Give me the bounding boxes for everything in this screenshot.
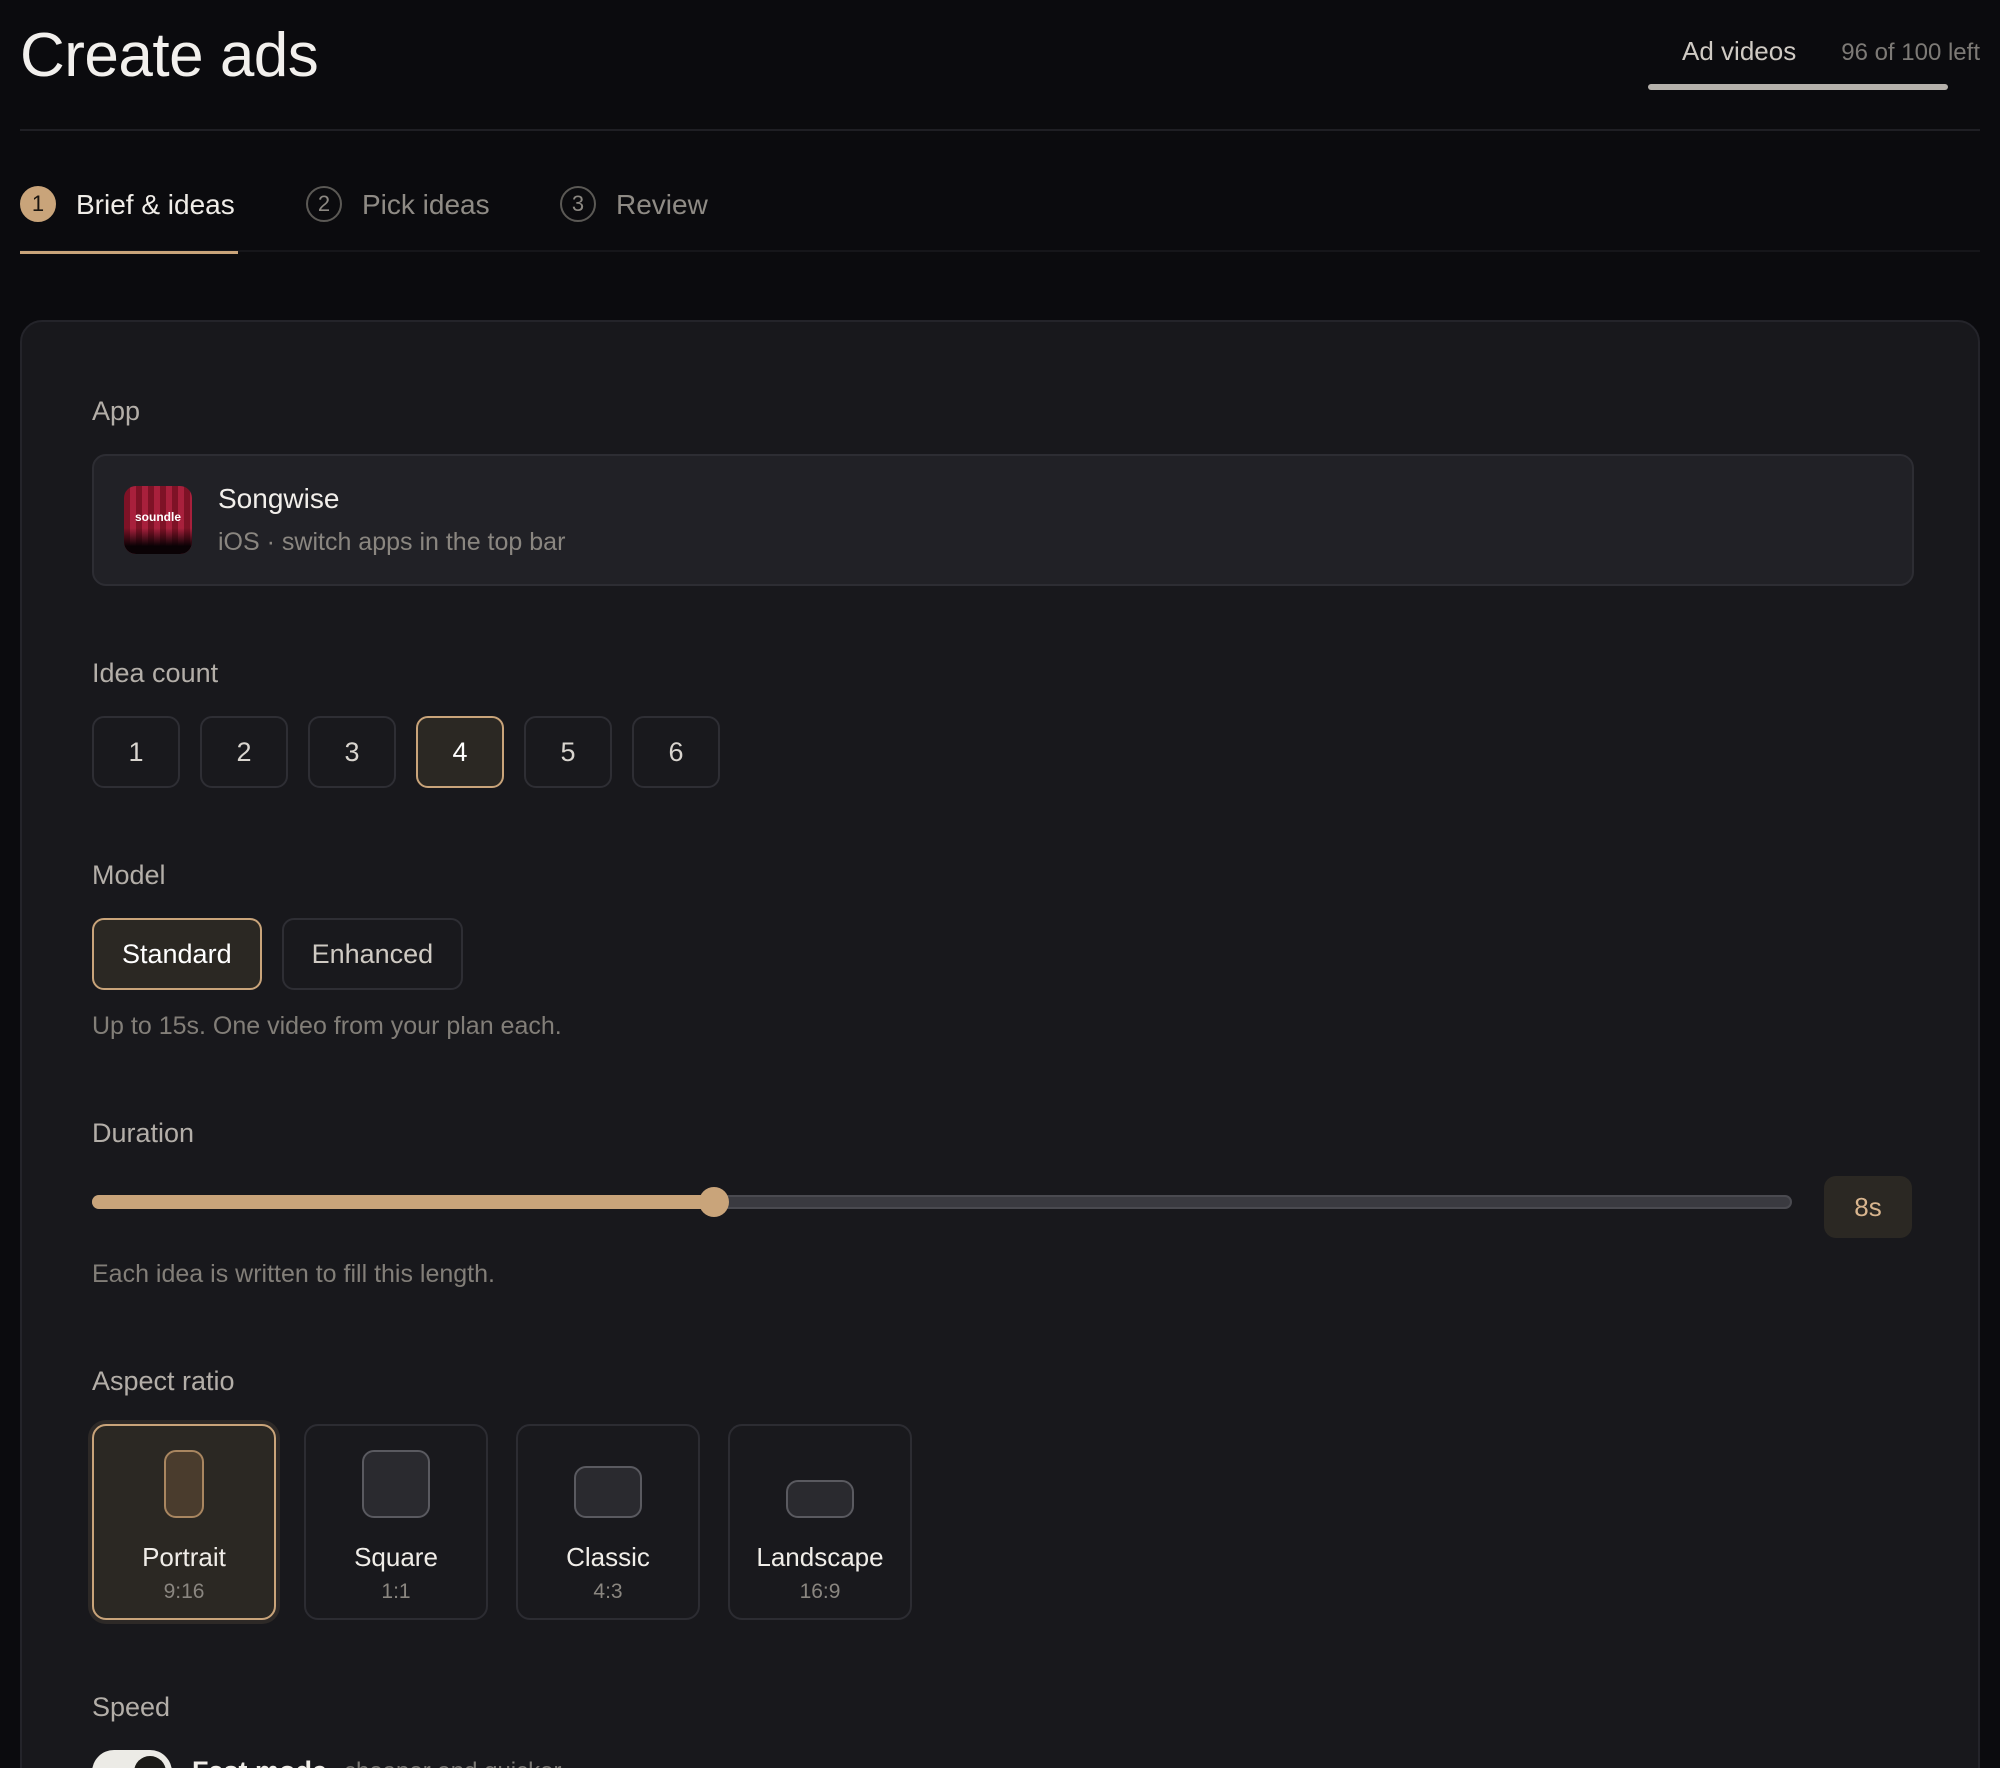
app-icon: soundle: [124, 486, 192, 554]
duration-slider-fill: [92, 1195, 715, 1209]
model-enhanced-button[interactable]: Enhanced: [281, 918, 464, 990]
usage-progress-bar: [1648, 84, 1948, 90]
step-pick-ideas[interactable]: 2 Pick ideas: [306, 180, 490, 252]
toggle-knob: [134, 1756, 166, 1768]
app-icon-wordmark: soundle: [134, 510, 181, 524]
idea-count-option-4[interactable]: 4: [416, 716, 504, 788]
model-options: Standard Enhanced: [92, 918, 483, 990]
create-ads-page: Create ads Ad videos 96 of 100 left 1 Br…: [0, 0, 2000, 1768]
aspect-ratio-value: 9:16: [163, 1580, 205, 1603]
step-label: Review: [616, 189, 708, 220]
duration-slider[interactable]: [92, 1187, 1792, 1217]
step-label: Brief & ideas: [76, 189, 235, 220]
fast-mode-subtitle: cheaper and quicker: [344, 1758, 561, 1768]
fast-mode-toggle[interactable]: [92, 1750, 172, 1768]
aspect-ratio-label: Aspect ratio: [92, 1366, 235, 1396]
app-subtitle: iOS · switch apps in the top bar: [218, 528, 566, 556]
idea-count-option-1[interactable]: 1: [92, 716, 180, 788]
portrait-shape-icon: [164, 1450, 204, 1518]
aspect-ratio-value: 1:1: [381, 1580, 411, 1603]
aspect-classic-option[interactable]: Classic 4:3: [516, 1424, 700, 1620]
landscape-shape-icon: [786, 1480, 854, 1518]
idea-count-label: Idea count: [92, 658, 219, 688]
step-label: Pick ideas: [362, 189, 490, 220]
usage-meter: Ad videos 96 of 100 left: [1682, 36, 1980, 67]
idea-count-option-3[interactable]: 3: [308, 716, 396, 788]
aspect-portrait-option[interactable]: Portrait 9:16: [92, 1424, 276, 1620]
aspect-name: Portrait: [142, 1542, 226, 1572]
idea-count-option-2[interactable]: 2: [200, 716, 288, 788]
model-label: Model: [92, 860, 166, 890]
idea-count-option-6[interactable]: 6: [632, 716, 720, 788]
speed-label: Speed: [92, 1692, 171, 1722]
idea-count-options: 1 2 3 4 5 6: [92, 716, 740, 788]
classic-shape-icon: [574, 1466, 642, 1518]
duration-label: Duration: [92, 1118, 195, 1148]
aspect-square-option[interactable]: Square 1:1: [304, 1424, 488, 1620]
aspect-ratio-value: 16:9: [799, 1580, 841, 1603]
square-shape-icon: [362, 1450, 430, 1518]
stepper: 1 Brief & ideas 2 Pick ideas 3 Review: [20, 180, 1980, 254]
app-name: Songwise: [218, 483, 340, 514]
duration-hint: Each idea is written to fill this length…: [92, 1260, 495, 1288]
fast-mode-label: Fast mode: [192, 1756, 327, 1768]
aspect-ratio-options: Portrait 9:16 Square 1:1 Classic 4:3 Lan…: [92, 1424, 940, 1620]
step-number: 2: [306, 186, 342, 222]
page-title: Create ads: [20, 21, 319, 90]
usage-label: Ad videos: [1682, 36, 1797, 66]
aspect-name: Landscape: [756, 1542, 884, 1572]
aspect-ratio-value: 4:3: [593, 1580, 623, 1603]
brief-form-card: App soundle Songwise iOS · switch apps i…: [20, 320, 1980, 1768]
app-icon-shade: [124, 528, 192, 554]
step-review[interactable]: 3 Review: [560, 180, 708, 252]
usage-count: 96 of 100 left: [1841, 39, 1980, 66]
model-hint: Up to 15s. One video from your plan each…: [92, 1012, 562, 1040]
step-number: 1: [20, 186, 56, 222]
step-brief-ideas[interactable]: 1 Brief & ideas: [20, 180, 238, 254]
model-standard-button[interactable]: Standard: [92, 918, 262, 990]
app-section-label: App: [92, 396, 141, 426]
app-selector[interactable]: soundle Songwise iOS · switch apps in th…: [92, 454, 1914, 586]
aspect-name: Square: [354, 1542, 438, 1572]
aspect-landscape-option[interactable]: Landscape 16:9: [728, 1424, 912, 1620]
idea-count-option-5[interactable]: 5: [524, 716, 612, 788]
duration-value: 8s: [1824, 1176, 1912, 1238]
step-number: 3: [560, 186, 596, 222]
aspect-name: Classic: [566, 1542, 650, 1572]
duration-slider-thumb[interactable]: [699, 1187, 730, 1217]
page-header: Create ads Ad videos 96 of 100 left: [20, 0, 1980, 131]
